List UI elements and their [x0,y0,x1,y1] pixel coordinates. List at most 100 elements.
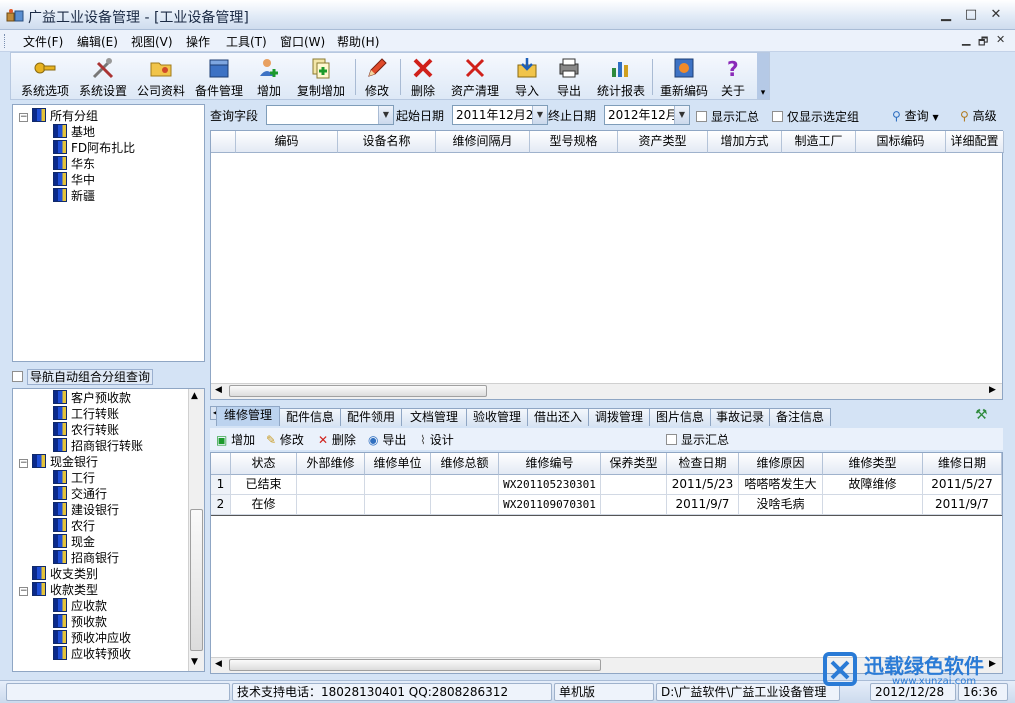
vertical-scrollbar[interactable]: ▲ ▼ [188,389,204,671]
table-cell[interactable] [365,495,431,515]
tree-node[interactable]: − 收款类型 [19,582,98,598]
table-cell[interactable]: 2011/9/7 [923,495,1002,515]
tree-node[interactable]: 现金 [53,534,95,550]
tree-node[interactable]: 建设银行 [53,502,119,518]
tree-node[interactable]: 工行转账 [53,406,119,422]
export-button[interactable]: 导出 [551,56,587,98]
table-cell[interactable] [601,475,667,495]
column-header[interactable]: 维修单位 [365,453,431,475]
query-field-select[interactable]: ▼ [266,105,394,125]
checkbox-box[interactable] [696,111,707,122]
table-cell[interactable]: WX201105230301 [499,475,601,495]
tab-8[interactable]: 图片信息 [649,408,711,426]
menu-help[interactable]: 帮助(H) [337,33,379,50]
table-cell[interactable] [297,475,365,495]
tab-5[interactable]: 验收管理 [466,408,528,426]
column-header[interactable]: 维修类型 [823,453,923,475]
column-header[interactable]: 资产类型 [618,131,708,153]
menu-file[interactable]: 文件(F) [23,33,63,50]
table-cell[interactable]: WX201109070301 [499,495,601,515]
column-header[interactable]: 设备名称 [338,131,436,153]
tab-9[interactable]: 事故记录 [710,408,770,426]
table-cell[interactable] [823,495,923,515]
about-button[interactable]: ? 关于 [715,56,751,98]
system-options-button[interactable]: 系统选项 [17,56,73,98]
column-header[interactable]: 维修间隔月 [436,131,530,153]
column-header[interactable]: 编码 [236,131,338,153]
repair-export-button[interactable]: ◉ 导出 [368,431,406,448]
column-header[interactable]: 详细配置 [946,131,1004,153]
tab-3[interactable]: 配件领用 [340,408,402,426]
table-cell[interactable]: 2011/5/27 [923,475,1002,495]
column-header[interactable]: 维修原因 [739,453,823,475]
only-selected-checkbox[interactable]: 仅显示选定组 [772,108,859,125]
recode-button[interactable]: 重新编码 [656,56,712,98]
table-cell[interactable] [431,495,499,515]
repair-show-summary-checkbox[interactable]: 显示汇总 [666,431,729,448]
tree-node[interactable]: 新疆 [53,188,95,204]
tab-7[interactable]: 调拨管理 [588,408,650,426]
tree-node[interactable]: 预收款 [53,614,107,630]
import-button[interactable]: 导入 [509,56,545,98]
table-cell[interactable] [601,495,667,515]
system-settings-button[interactable]: 系统设置 [75,56,131,98]
menu-operate[interactable]: 操作 [186,33,210,50]
tree-node[interactable]: 客户预收款 [53,390,131,406]
collapse-icon[interactable]: − [19,587,28,596]
table-cell[interactable]: 在修 [231,495,297,515]
advanced-button[interactable]: ⚲ 高级 [960,107,997,124]
tab-1[interactable]: 维修管理 [216,406,280,426]
edit-button[interactable]: 修改 [359,56,395,98]
column-header[interactable]: 国标编码 [856,131,946,153]
column-header[interactable]: 增加方式 [708,131,782,153]
tree-node[interactable]: 华东 [53,156,95,172]
spare-parts-button[interactable]: 备件管理 [191,56,247,98]
mdi-restore-button[interactable]: 🗗 [978,33,988,52]
table-cell[interactable]: 没啥毛病 [739,495,823,515]
column-header[interactable]: 保养类型 [601,453,667,475]
dropdown-arrow-icon[interactable]: ▼ [932,113,938,122]
tree-node[interactable]: 农行转账 [53,422,119,438]
dropdown-arrow-icon[interactable]: ▼ [378,106,393,124]
tree-node[interactable]: 农行 [53,518,95,534]
tab-6[interactable]: 借出还入 [527,408,589,426]
stat-report-button[interactable]: 统计报表 [593,56,649,98]
repair-add-button[interactable]: ▣ 增加 [216,431,255,448]
tree-node[interactable]: − 现金银行 [19,454,98,470]
tree-node[interactable]: 收支类别 [19,566,98,582]
scroll-left-icon[interactable]: ◀ [215,385,222,395]
column-header[interactable]: 制造工厂 [782,131,856,153]
tree-node[interactable]: 应收款 [53,598,107,614]
settings-tool-icon[interactable]: ⚒ [975,407,988,423]
tree-node[interactable]: 交通行 [53,486,107,502]
minimize-button[interactable]: ▁ [935,6,957,24]
scroll-thumb[interactable] [229,659,601,671]
collapse-icon[interactable]: − [19,459,28,468]
tree-node[interactable]: 应收转预收 [53,646,131,662]
column-header[interactable]: 维修编号 [499,453,601,475]
column-header[interactable]: 维修日期 [923,453,1002,475]
mdi-minimize-button[interactable]: ▁ [962,33,970,46]
column-header[interactable]: 检查日期 [667,453,739,475]
start-date-picker[interactable]: 2011年12月29 ▼ [452,105,548,125]
repair-design-button[interactable]: ⌇ 设计 [420,431,454,448]
menu-tools[interactable]: 工具(T) [226,33,267,50]
end-date-picker[interactable]: 2012年12月2 ▼ [604,105,690,125]
column-header[interactable]: 型号规格 [530,131,618,153]
company-info-button[interactable]: 公司资料 [133,56,189,98]
close-button[interactable]: ✕ [985,6,1007,24]
tree-node[interactable]: FD阿布扎比 [53,140,135,156]
table-cell[interactable] [431,475,499,495]
delete-button[interactable]: 删除 [405,56,441,98]
table-cell[interactable]: 已结束 [231,475,297,495]
column-header[interactable]: 状态 [231,453,297,475]
add-button[interactable]: 增加 [249,56,289,98]
table-cell[interactable]: 故障维修 [823,475,923,495]
tree-node[interactable]: 预收冲应收 [53,630,131,646]
scroll-thumb[interactable] [190,509,203,651]
tree-node[interactable]: 基地 [53,124,95,140]
tab-4[interactable]: 文档管理 [401,408,467,426]
tree-node[interactable]: 招商银行 [53,550,119,566]
menu-window[interactable]: 窗口(W) [280,33,325,50]
collapse-icon[interactable]: − [19,113,28,122]
